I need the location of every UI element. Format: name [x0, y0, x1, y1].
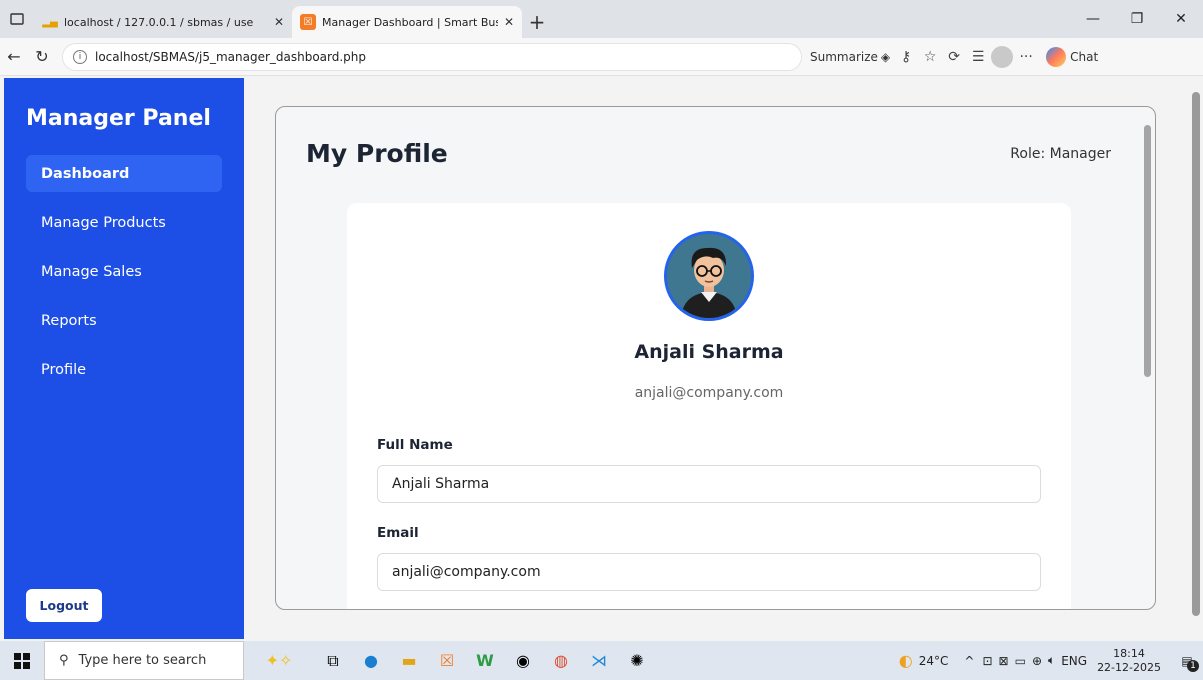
- clock[interactable]: 18:14 22-12-2025: [1097, 647, 1161, 675]
- profile-avatar[interactable]: [990, 45, 1014, 69]
- tray-app-icon[interactable]: ⊡: [982, 654, 992, 668]
- extensions-icon[interactable]: ⟳: [942, 45, 966, 69]
- globe-icon[interactable]: ⊕: [1032, 654, 1042, 668]
- xampp-taskbar-icon[interactable]: ☒: [428, 641, 466, 680]
- address-tools: Summarize ◈ ⚷ ☆ ⟳ ☰ ··· Chat: [810, 45, 1098, 69]
- taskbar-search-placeholder: Type here to search: [78, 653, 207, 668]
- battery-icon[interactable]: ▭: [1015, 654, 1026, 668]
- profile-avatar-icon: [991, 45, 1014, 68]
- tab-phpmyadmin[interactable]: ▂▄ localhost / 127.0.0.1 / sbmas / use ✕: [34, 6, 292, 38]
- address-bar-row: ← ↻ i localhost/SBMAS/j5_manager_dashboa…: [0, 38, 1203, 76]
- tab-close-icon[interactable]: ✕: [504, 15, 514, 29]
- profile-details: Anjali Sharma anjali@company.com Full Na…: [347, 203, 1071, 609]
- minimize-button[interactable]: —: [1071, 0, 1115, 38]
- avatar: [664, 231, 754, 321]
- sidebar-item-profile[interactable]: Profile: [26, 351, 222, 388]
- profile-email: anjali@company.com: [634, 385, 784, 401]
- sidebar-item-manage-sales[interactable]: Manage Sales: [26, 253, 222, 290]
- logout-button[interactable]: Logout: [26, 589, 102, 622]
- site-info-icon[interactable]: i: [73, 49, 87, 64]
- sidebar-menu: Dashboard Manage Products Manage Sales R…: [26, 155, 222, 400]
- weather-temp[interactable]: 24°C: [919, 654, 949, 668]
- url-text: localhost/SBMAS/j5_manager_dashboard.php: [95, 49, 367, 64]
- user-avatar-icon: [667, 234, 751, 318]
- email-label: Email: [377, 525, 419, 541]
- more-menu-button[interactable]: ···: [1014, 45, 1038, 69]
- page-scrollbar-thumb[interactable]: [1192, 92, 1200, 616]
- full-name-label: Full Name: [377, 437, 453, 453]
- tab-manager-dashboard[interactable]: ☒ Manager Dashboard | Smart Busin ✕: [292, 6, 522, 38]
- taskbar: ⚲ Type here to search ✦✧ ⧉ ● ▬ ☒ W ◉ ◍ ⋊…: [0, 641, 1203, 680]
- collections-icon[interactable]: ☰: [966, 45, 990, 69]
- page-scrollbar[interactable]: [1189, 76, 1203, 641]
- browser-tab-bar: ▂▄ localhost / 127.0.0.1 / sbmas / use ✕…: [0, 0, 1203, 38]
- notification-count: 1: [1187, 660, 1199, 672]
- profile-card: My Profile Role: Manager Anjali Sharma a…: [275, 106, 1156, 610]
- page-viewport: Manager Panel Dashboard Manage Products …: [0, 76, 1203, 641]
- phpmyadmin-icon: ▂▄: [42, 16, 58, 28]
- reload-button[interactable]: ↻: [28, 43, 56, 71]
- role-label: Role: Manager: [1010, 146, 1111, 162]
- tab-title: Manager Dashboard | Smart Busin: [322, 15, 498, 29]
- sidebar-item-reports[interactable]: Reports: [26, 302, 222, 339]
- tab-title: localhost / 127.0.0.1 / sbmas / use: [64, 15, 254, 29]
- summarize-label: Summarize: [810, 49, 878, 64]
- restore-button[interactable]: ❐: [1115, 0, 1159, 38]
- card-scrollbar[interactable]: [1143, 113, 1151, 603]
- sidebar-item-dashboard[interactable]: Dashboard: [26, 155, 222, 192]
- chat-label: Chat: [1070, 49, 1099, 64]
- url-field[interactable]: i localhost/SBMAS/j5_manager_dashboard.p…: [62, 42, 802, 71]
- full-name-field[interactable]: Anjali Sharma: [377, 465, 1041, 503]
- clock-date: 22-12-2025: [1097, 660, 1161, 674]
- clock-time: 18:14: [1113, 646, 1145, 660]
- window-controls: — ❐ ✕: [1071, 0, 1203, 38]
- tab-actions-button[interactable]: [0, 0, 34, 38]
- file-explorer-icon[interactable]: ▬: [390, 641, 428, 680]
- wamp-icon[interactable]: W: [466, 641, 504, 680]
- summarize-icon: ◈: [880, 49, 891, 64]
- sidebar-item-manage-products[interactable]: Manage Products: [26, 204, 222, 241]
- volume-icon[interactable]: 🔈︎: [1048, 653, 1055, 668]
- language-indicator[interactable]: ENG: [1061, 654, 1087, 668]
- reload-icon: ↻: [35, 47, 49, 66]
- sidebar: Manager Panel Dashboard Manage Products …: [4, 78, 244, 639]
- card-scrollbar-thumb[interactable]: [1144, 125, 1151, 377]
- task-view-icon[interactable]: ⧉: [314, 641, 352, 680]
- vscode-icon[interactable]: ⋊: [580, 641, 618, 680]
- copilot-chat-button[interactable]: Chat: [1046, 46, 1099, 67]
- back-arrow-icon: ←: [7, 47, 21, 66]
- copilot-icon: [1046, 46, 1067, 67]
- weather-icon: ◐: [898, 651, 913, 670]
- system-tray: ◐ 24°C ^ ⊡ ⊠ ▭ ⊕ 🔈︎ ENG 18:14 22-12-2025…: [899, 641, 1203, 680]
- key-icon[interactable]: ⚷: [894, 45, 918, 69]
- windows-logo-icon: [14, 652, 30, 669]
- search-icon: ⚲: [59, 653, 69, 668]
- network-status-icon[interactable]: ⊠: [999, 654, 1009, 668]
- notification-button[interactable]: ▤ 1: [1171, 641, 1203, 680]
- xampp-icon: ☒: [300, 14, 316, 30]
- new-tab-button[interactable]: +: [522, 6, 552, 38]
- start-button[interactable]: [0, 641, 44, 680]
- favorite-star-icon[interactable]: ☆: [918, 45, 942, 69]
- page-title: My Profile: [306, 139, 448, 168]
- tab-close-icon[interactable]: ✕: [274, 15, 284, 29]
- tray-chevron-icon[interactable]: ^: [964, 654, 974, 668]
- back-button[interactable]: ←: [0, 43, 28, 71]
- tab-actions-icon: [10, 13, 24, 25]
- summarize-button[interactable]: Summarize ◈: [810, 50, 894, 64]
- chrome-icon[interactable]: ◍: [542, 641, 580, 680]
- sidebar-brand: Manager Panel: [26, 106, 211, 131]
- close-window-button[interactable]: ✕: [1159, 0, 1203, 38]
- copilot-sparkle-icon[interactable]: ✦✧: [244, 641, 314, 680]
- github-icon[interactable]: ◉: [504, 641, 542, 680]
- chatgpt-icon[interactable]: ✺: [618, 641, 656, 680]
- taskbar-search[interactable]: ⚲ Type here to search: [44, 641, 244, 680]
- profile-name: Anjali Sharma: [634, 341, 784, 363]
- email-field[interactable]: anjali@company.com: [377, 553, 1041, 591]
- edge-browser-icon[interactable]: ●: [352, 641, 390, 680]
